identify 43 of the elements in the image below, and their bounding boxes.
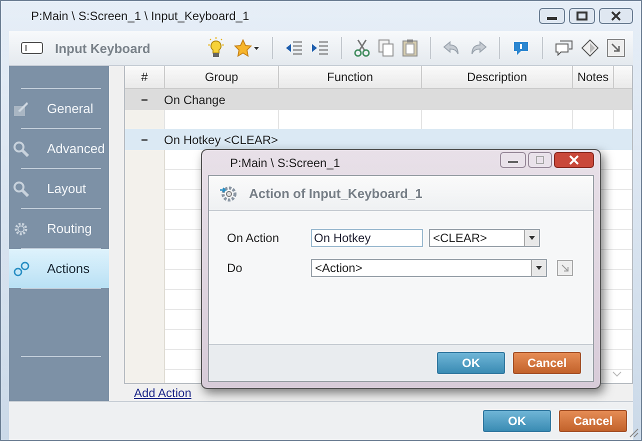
field-label: On Action (227, 231, 280, 245)
add-action-link[interactable]: Add Action (134, 386, 192, 400)
close-icon[interactable] (554, 152, 594, 168)
star-icon[interactable] (234, 39, 260, 57)
sidebar-item[interactable]: Actions (9, 249, 109, 288)
minimize-icon[interactable] (500, 152, 526, 168)
pencil-icon (13, 100, 29, 116)
action-text-field[interactable]: On Hotkey (311, 229, 423, 247)
dialog-title: P:Main \ S:Screen_1 (229, 156, 340, 170)
column-header[interactable]: Notes (573, 66, 614, 88)
gear-icon (219, 184, 237, 202)
hotkey-dropdown[interactable]: <CLEAR> (429, 229, 540, 247)
column-header[interactable]: # (125, 66, 165, 88)
group-label: On Change (164, 92, 226, 106)
action-dropdown[interactable]: <Action> (311, 259, 547, 277)
gears-icon (13, 260, 31, 276)
dialog-heading: Action of Input_Keyboard_1 (249, 186, 422, 200)
cut-icon[interactable] (354, 39, 370, 57)
group-row[interactable]: − On Change (125, 89, 632, 110)
group-label: On Hotkey <CLEAR> (164, 132, 278, 146)
paste-icon[interactable] (402, 39, 418, 57)
close-icon[interactable] (599, 8, 633, 24)
column-header[interactable]: Description (422, 66, 573, 88)
column-header[interactable]: Function (279, 66, 422, 88)
maximize-icon[interactable] (569, 8, 595, 24)
info-bubble-icon[interactable] (512, 40, 530, 56)
input-field-icon (21, 42, 43, 54)
column-header[interactable]: Group (165, 66, 279, 88)
minimize-icon[interactable] (539, 8, 565, 24)
diamond-icon[interactable] (581, 39, 599, 57)
field-label: Do (227, 261, 244, 275)
component-title: Input Keyboard (55, 40, 150, 56)
collapse-toggle[interactable]: − (125, 132, 164, 146)
collapse-toggle[interactable]: − (125, 92, 164, 106)
copy-icon[interactable] (378, 39, 394, 57)
window-title: P:Main \ S:Screen_1 \ Input_Keyboard_1 (30, 9, 250, 23)
group-row[interactable]: − On Hotkey <CLEAR> (125, 129, 632, 150)
comment-icon[interactable] (555, 40, 573, 56)
lightbulb-icon[interactable] (206, 37, 226, 59)
gear-icon (13, 220, 29, 236)
indent-icon[interactable] (311, 40, 329, 56)
outdent-icon[interactable] (285, 40, 303, 56)
resize-grip-icon[interactable] (627, 426, 639, 438)
